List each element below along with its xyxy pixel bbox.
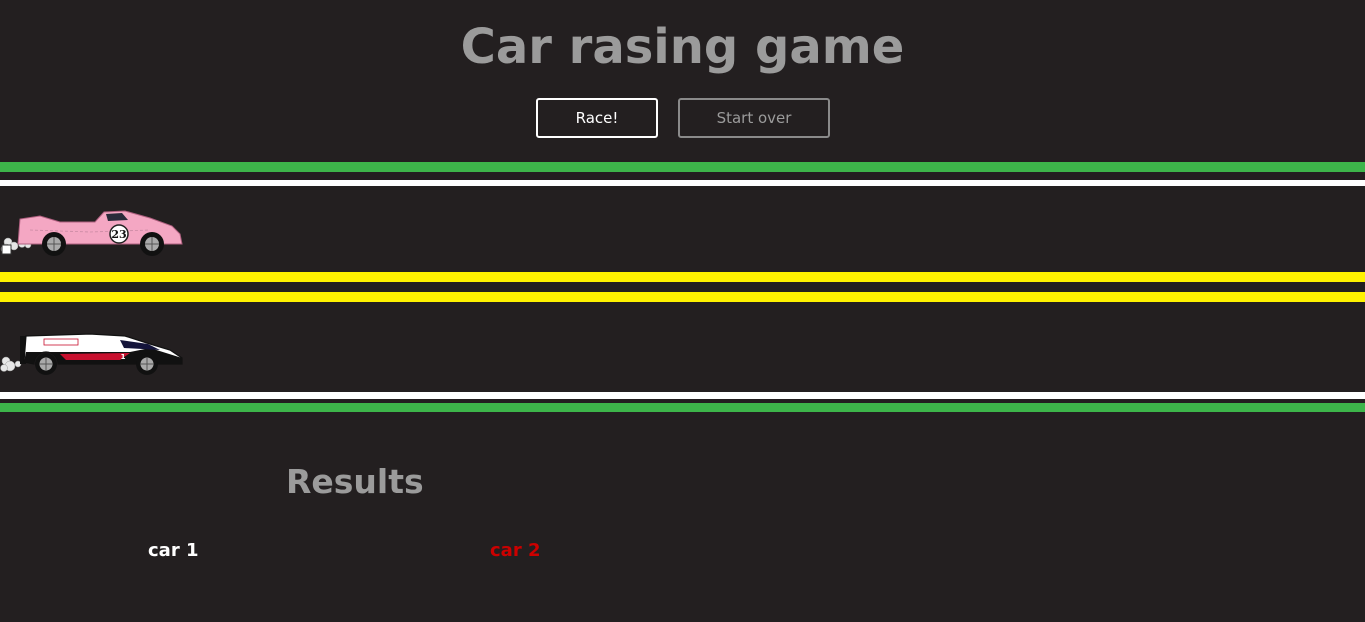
results-heading: Results xyxy=(286,462,424,501)
page-title: Car rasing game xyxy=(460,19,905,75)
start-over-button[interactable]: Start over xyxy=(678,98,830,138)
porsche-lmp-car-icon: 1 xyxy=(0,333,183,375)
race-track: 23 1 xyxy=(0,162,1365,412)
edge-line-bottom xyxy=(0,392,1365,399)
result-car-1: car 1 xyxy=(148,540,199,561)
pink-race-car-icon: 23 xyxy=(0,210,183,256)
grass-border-top xyxy=(0,162,1365,172)
car-number-label: 1 xyxy=(121,353,126,361)
grass-border-bottom xyxy=(0,403,1365,412)
center-line-2 xyxy=(0,292,1365,302)
center-line-1 xyxy=(0,272,1365,282)
edge-line-top xyxy=(0,180,1365,186)
car-number-label: 23 xyxy=(111,228,126,241)
race-button[interactable]: Race! xyxy=(536,98,658,138)
exhaust-smoke-icon xyxy=(0,356,22,372)
result-car-2: car 2 xyxy=(490,540,541,561)
